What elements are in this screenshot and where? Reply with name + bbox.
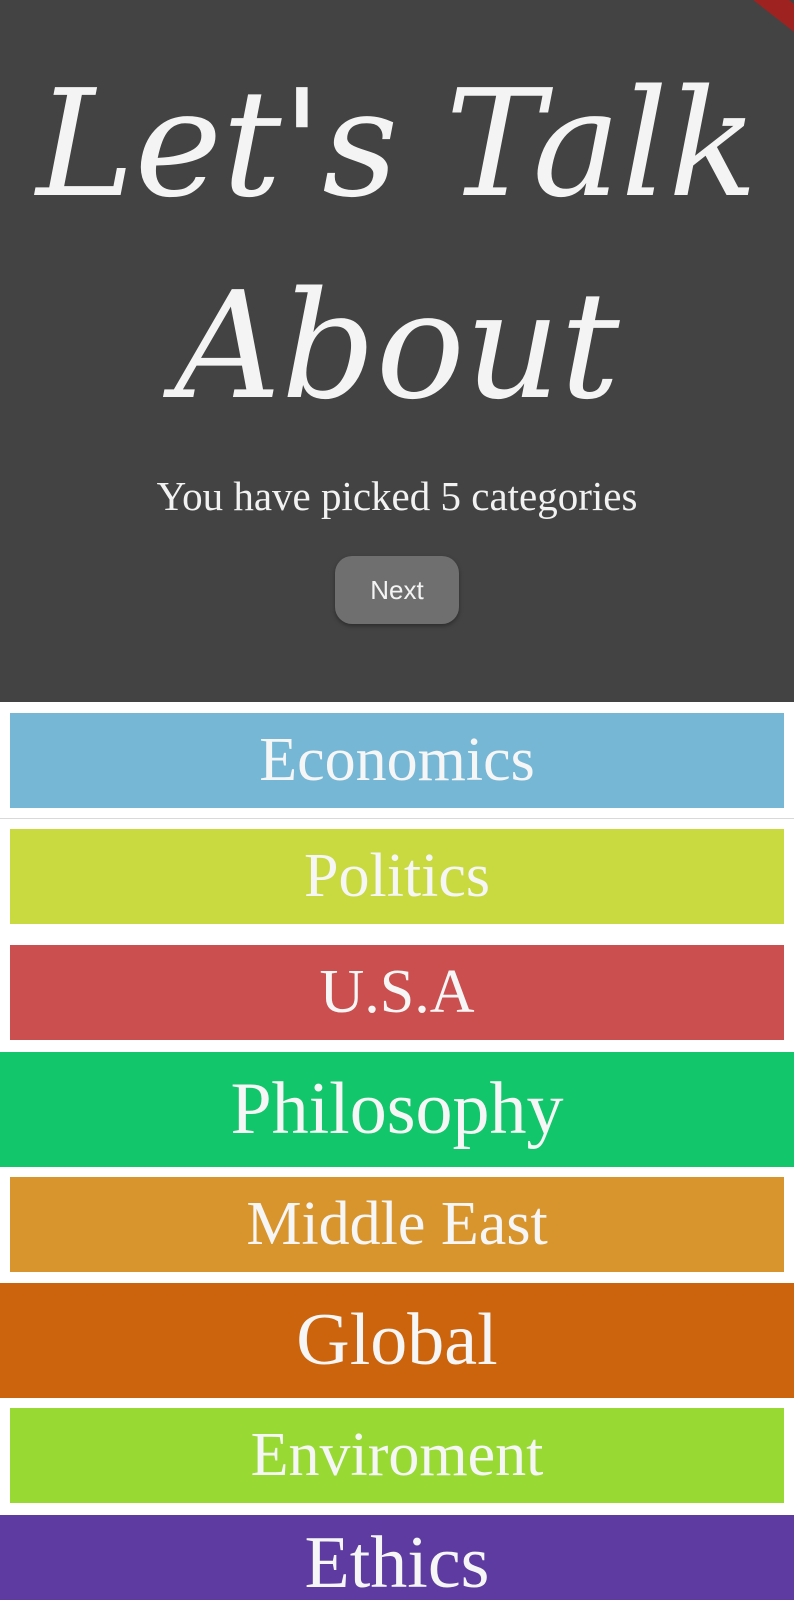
next-button[interactable]: Next xyxy=(335,556,459,624)
header-panel: Let's Talk About You have picked 5 categ… xyxy=(0,0,794,702)
category-philosophy[interactable]: Philosophy xyxy=(0,1052,794,1167)
category-ethics[interactable]: Ethics xyxy=(0,1515,794,1604)
category-middle-east[interactable]: Middle East xyxy=(10,1177,784,1272)
debug-banner-corner xyxy=(748,0,794,36)
category-global[interactable]: Global xyxy=(0,1283,794,1398)
selection-count-text: You have picked 5 categories xyxy=(156,473,638,519)
list-divider xyxy=(0,818,794,819)
category-usa[interactable]: U.S.A xyxy=(10,945,784,1040)
category-politics[interactable]: Politics xyxy=(10,829,784,924)
page-title-line-2: About xyxy=(174,260,620,432)
page-title-line-1: Let's Talk xyxy=(36,58,758,230)
category-enviroment[interactable]: Enviroment xyxy=(10,1408,784,1503)
category-economics[interactable]: Economics xyxy=(10,713,784,808)
